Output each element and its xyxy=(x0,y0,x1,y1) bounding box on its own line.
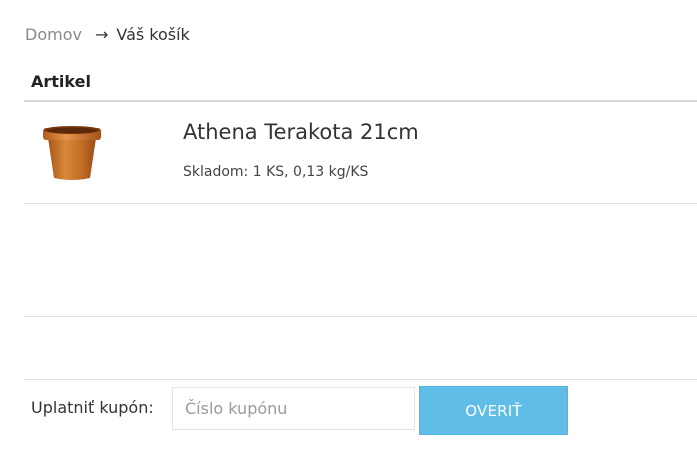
terracotta-pot-icon xyxy=(43,126,101,180)
breadcrumb-home-link[interactable]: Domov xyxy=(25,24,82,46)
divider xyxy=(24,379,697,380)
coupon-label: Uplatniť kupón: xyxy=(31,398,154,417)
cart-page: Domov → Váš košík Artikel Athena Terakot… xyxy=(0,0,697,460)
coupon-code-input[interactable] xyxy=(172,387,415,430)
product-thumbnail[interactable] xyxy=(40,124,104,184)
verify-coupon-button[interactable]: OVERIŤ xyxy=(419,386,568,435)
divider xyxy=(24,316,697,317)
product-stock-info: Skladom: 1 KS, 0,13 kg/KS xyxy=(183,164,369,180)
arrow-right-icon: → xyxy=(94,25,109,44)
cart-table-header: Artikel xyxy=(24,64,697,102)
cart-item-row: Athena Terakota 21cm Skladom: 1 KS, 0,13… xyxy=(24,102,697,204)
breadcrumb: Domov → Váš košík xyxy=(25,24,190,46)
breadcrumb-current: Váš košík xyxy=(116,25,190,44)
product-name-link[interactable]: Athena Terakota 21cm xyxy=(183,120,419,144)
column-header-artikel: Artikel xyxy=(31,72,91,91)
